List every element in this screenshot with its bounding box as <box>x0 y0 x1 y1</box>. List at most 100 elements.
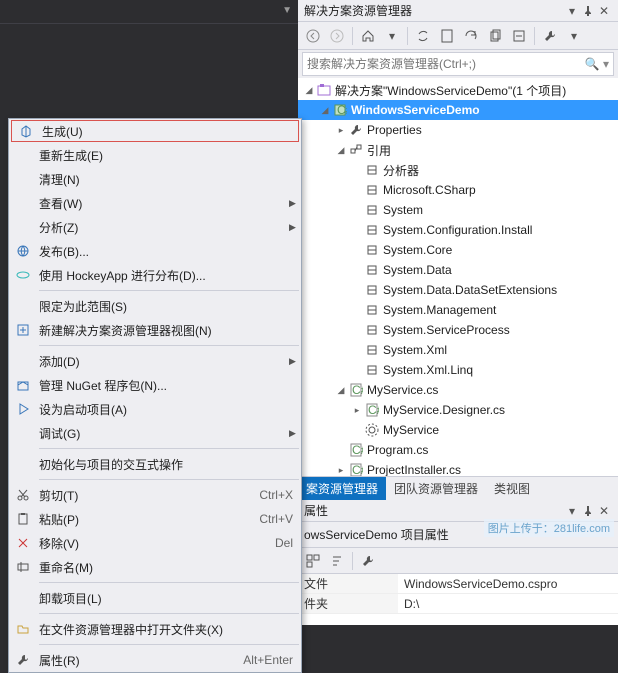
menu-item[interactable]: 管理 NuGet 程序包(N)... <box>9 373 301 397</box>
menu-item[interactable]: 限定为此范围(S) <box>9 294 301 318</box>
node-label: System.Data.DataSetExtensions <box>383 283 557 297</box>
panel-title-text: 解决方案资源管理器 <box>304 2 564 19</box>
menu-item[interactable]: 调试(G)▶ <box>9 421 301 445</box>
project-node[interactable]: ◢C#WindowsServiceDemo <box>298 100 618 120</box>
dropdown-icon[interactable]: ▾ <box>564 3 580 19</box>
solution-tree[interactable]: ◢解决方案"WindowsServiceDemo"(1 个项目)◢C#Windo… <box>298 78 618 476</box>
reference-item[interactable]: System.Configuration.Install <box>298 220 618 240</box>
reference-item[interactable]: Microsoft.CSharp <box>298 180 618 200</box>
file-node[interactable]: ◢C#MyService.cs <box>298 380 618 400</box>
reference-item[interactable]: System.Data <box>298 260 618 280</box>
properties-node[interactable]: ▸ Properties <box>298 120 618 140</box>
refresh-icon[interactable] <box>460 25 482 47</box>
twisty-icon[interactable]: ▸ <box>334 125 348 136</box>
pin-icon[interactable] <box>580 3 596 19</box>
reference-item[interactable]: System.Xml <box>298 340 618 360</box>
newview-icon <box>9 318 37 342</box>
tab-class-view[interactable]: 类视图 <box>486 477 538 501</box>
property-row[interactable]: 件夹D:\ <box>298 594 618 614</box>
menu-item[interactable]: 查看(W)▶ <box>9 191 301 215</box>
menu-item[interactable]: 属性(R)Alt+Enter <box>9 648 301 672</box>
search-box[interactable]: 🔍 ▾ <box>302 52 614 76</box>
chevron-down-icon[interactable]: ▾ <box>563 25 585 47</box>
categorize-icon[interactable] <box>302 550 324 572</box>
solution-node[interactable]: ◢解决方案"WindowsServiceDemo"(1 个项目) <box>298 80 618 100</box>
sync-icon[interactable] <box>412 25 434 47</box>
reference-item[interactable]: System.Data.DataSetExtensions <box>298 280 618 300</box>
back-icon[interactable] <box>302 25 324 47</box>
references-node[interactable]: ◢引用 <box>298 140 618 160</box>
menu-item[interactable]: 生成(U) <box>11 120 299 142</box>
node-label: Microsoft.CSharp <box>383 183 476 197</box>
component-node[interactable]: MyService <box>298 420 618 440</box>
submenu-arrow-icon: ▶ <box>289 428 301 439</box>
menu-item[interactable]: 重命名(M) <box>9 555 301 579</box>
collapse-icon[interactable] <box>508 25 530 47</box>
node-icon <box>364 342 380 358</box>
forward-icon[interactable] <box>326 25 348 47</box>
pin-icon[interactable] <box>580 503 596 519</box>
properties-toolbar <box>298 548 618 574</box>
node-icon <box>364 422 380 438</box>
menu-item[interactable]: 粘贴(P)Ctrl+V <box>9 507 301 531</box>
search-input[interactable] <box>307 57 581 71</box>
menu-label: 查看(W) <box>37 195 289 212</box>
property-row[interactable]: 文件WindowsServiceDemo.cspro <box>298 574 618 594</box>
reference-item[interactable]: System.Core <box>298 240 618 260</box>
twisty-icon[interactable]: ◢ <box>318 105 332 116</box>
reference-item[interactable]: System.Management <box>298 300 618 320</box>
menu-label: 属性(R) <box>37 652 231 669</box>
reference-item[interactable]: System.ServiceProcess <box>298 320 618 340</box>
tab-team-explorer[interactable]: 团队资源管理器 <box>386 477 486 501</box>
tab-solution-explorer[interactable]: 案资源管理器 <box>298 477 386 501</box>
reference-item[interactable]: 分析器 <box>298 160 618 180</box>
properties-grid[interactable]: 文件WindowsServiceDemo.cspro件夹D:\ <box>298 574 618 625</box>
menu-shortcut: Alt+Enter <box>231 653 301 667</box>
blank-icon <box>9 349 37 373</box>
close-icon[interactable]: ✕ <box>596 3 612 19</box>
wrench-icon[interactable] <box>357 550 379 572</box>
menu-item[interactable]: 清理(N) <box>9 167 301 191</box>
home-icon[interactable] <box>357 25 379 47</box>
doc-icon[interactable] <box>436 25 458 47</box>
file-node[interactable]: ▸C#ProjectInstaller.cs <box>298 460 618 476</box>
menu-item[interactable]: 在文件资源管理器中打开文件夹(X) <box>9 617 301 641</box>
reference-item[interactable]: System <box>298 200 618 220</box>
dropdown-icon[interactable]: ▾ <box>564 503 580 519</box>
wrench-icon[interactable] <box>539 25 561 47</box>
menu-label: 分析(Z) <box>37 219 289 236</box>
menu-item[interactable]: 新建解决方案资源管理器视图(N) <box>9 318 301 342</box>
search-dropdown-icon[interactable]: 🔍 ▾ <box>585 57 609 71</box>
menu-label: 移除(V) <box>37 535 231 552</box>
menu-item[interactable]: 发布(B)... <box>9 239 301 263</box>
copy-icon[interactable] <box>484 25 506 47</box>
menu-item[interactable]: 分析(Z)▶ <box>9 215 301 239</box>
twisty-icon[interactable]: ▸ <box>334 465 348 476</box>
chevron-down-icon[interactable]: ▾ <box>381 25 403 47</box>
menu-item[interactable]: 卸载项目(L) <box>9 586 301 610</box>
reference-item[interactable]: System.Xml.Linq <box>298 360 618 380</box>
file-node[interactable]: ▸C#MyService.Designer.cs <box>298 400 618 420</box>
menu-item[interactable]: 添加(D)▶ <box>9 349 301 373</box>
menu-item[interactable]: 设为启动项目(A) <box>9 397 301 421</box>
menu-item[interactable]: 初始化与项目的交互式操作 <box>9 452 301 476</box>
menu-label: 卸载项目(L) <box>37 590 301 607</box>
node-label: ProjectInstaller.cs <box>367 463 461 476</box>
menu-item[interactable]: 使用 HockeyApp 进行分布(D)... <box>9 263 301 287</box>
menu-item[interactable]: 移除(V)Del <box>9 531 301 555</box>
blank-icon <box>9 421 37 445</box>
editor-dropdown-icon[interactable]: ▼ <box>282 5 292 16</box>
sort-icon[interactable] <box>326 550 348 572</box>
menu-item[interactable]: 剪切(T)Ctrl+X <box>9 483 301 507</box>
panel-titlebar: 解决方案资源管理器 ▾ ✕ <box>298 0 618 22</box>
twisty-icon[interactable]: ◢ <box>334 145 348 156</box>
twisty-icon[interactable]: ◢ <box>334 385 348 396</box>
twisty-icon[interactable]: ▸ <box>350 405 364 416</box>
node-label: Properties <box>367 123 422 137</box>
close-icon[interactable]: ✕ <box>596 503 612 519</box>
twisty-icon[interactable]: ◢ <box>302 85 316 96</box>
file-node[interactable]: C#Program.cs <box>298 440 618 460</box>
menu-item[interactable]: 重新生成(E) <box>9 143 301 167</box>
blank-icon <box>9 167 37 191</box>
separator <box>407 27 408 45</box>
